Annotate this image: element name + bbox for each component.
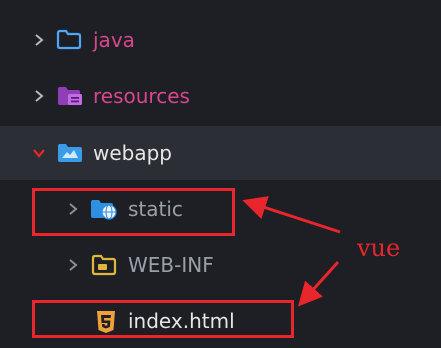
arrow-to-index	[297, 260, 340, 307]
annotation-arrows	[242, 196, 341, 307]
vue-annotation-label: vue	[357, 234, 401, 262]
file-explorer-screenshot: { "tree": { "items": [ { "label": "java"…	[0, 0, 441, 348]
arrow-to-static	[242, 196, 341, 234]
